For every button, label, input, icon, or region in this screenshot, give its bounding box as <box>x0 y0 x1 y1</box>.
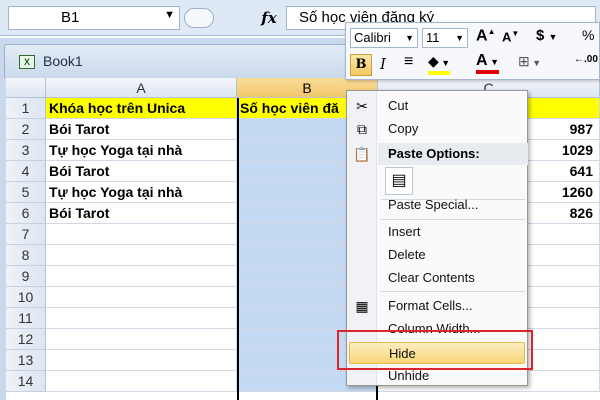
cell-a[interactable]: Bói Tarot <box>46 119 237 140</box>
name-box-value: B1 <box>61 9 80 26</box>
context-menu: ✂ Cut ⧉ Copy 📋 Paste Options: ▤ Paste Sp… <box>346 90 528 386</box>
bold-button[interactable]: B <box>350 54 372 76</box>
font-size-value: 11 <box>426 30 440 45</box>
chevron-down-icon[interactable]: ▼ <box>164 9 175 21</box>
cell-a[interactable]: Tự học Yoga tại nhà <box>46 140 237 161</box>
cell-a[interactable]: Khóa học trên Unica <box>46 98 237 119</box>
cell-a[interactable] <box>46 329 237 350</box>
row-header[interactable]: 11 <box>6 308 46 329</box>
row-header[interactable]: 7 <box>6 224 46 245</box>
row-header[interactable]: 10 <box>6 287 46 308</box>
cell-a[interactable] <box>46 350 237 371</box>
italic-button[interactable]: I <box>380 55 386 73</box>
name-box[interactable]: B1 ▼ <box>8 6 180 30</box>
grow-font-label: A <box>476 27 488 45</box>
scissors-icon: ✂ <box>356 98 368 114</box>
font-name-select[interactable]: Calibri ▼ <box>350 28 418 48</box>
column-header-a[interactable]: A <box>46 78 237 98</box>
menu-item-delete[interactable]: Delete <box>378 244 526 266</box>
cell-a[interactable] <box>46 245 237 266</box>
increase-decimal-icon[interactable]: ←.00 <box>574 54 598 65</box>
menu-item-unhide[interactable]: Unhide <box>378 365 526 387</box>
shrink-font-button[interactable]: A▼ <box>502 29 519 44</box>
font-name-value: Calibri <box>354 30 391 45</box>
borders-icon[interactable]: ⊞ ▼ <box>518 53 541 70</box>
row-header[interactable]: 9 <box>6 266 46 287</box>
font-size-select[interactable]: 11 ▼ <box>422 28 468 48</box>
menu-item-format-cells[interactable]: Format Cells... <box>378 295 526 317</box>
paste-options-header: Paste Options: <box>378 143 528 165</box>
cell-a[interactable]: Tự học Yoga tại nhà <box>46 182 237 203</box>
row-header[interactable]: 3 <box>6 140 46 161</box>
menu-item-cut[interactable]: Cut <box>378 95 526 117</box>
shrink-font-label: A <box>502 29 512 45</box>
menu-item-clear-contents[interactable]: Clear Contents <box>378 267 526 289</box>
center-align-icon[interactable]: ≡ <box>404 53 413 71</box>
insert-function-button[interactable]: fx <box>256 6 282 30</box>
menu-item-hide[interactable]: Hide <box>349 342 525 364</box>
row-header[interactable]: 8 <box>6 245 46 266</box>
currency-button[interactable]: $ ▼ <box>536 27 557 44</box>
cell-a[interactable]: Bói Tarot <box>46 203 237 224</box>
formula-bar-resize-handle[interactable] <box>184 8 214 28</box>
font-color-button[interactable]: A ▼ <box>476 53 499 74</box>
cell-a[interactable] <box>46 371 237 392</box>
cell-a[interactable]: Bói Tarot <box>46 161 237 182</box>
row-header[interactable]: 12 <box>6 329 46 350</box>
mini-toolbar: Calibri ▼ 11 ▼ A▲ A▼ $ ▼ % B I ≡ ◆ ▼ A ▼… <box>345 22 600 80</box>
workbook-title: Book1 <box>43 53 83 69</box>
row-header[interactable]: 14 <box>6 371 46 392</box>
currency-label: $ <box>536 27 545 44</box>
grow-font-button[interactable]: A▲ <box>476 27 495 45</box>
menu-separator <box>381 291 525 292</box>
menu-item-copy[interactable]: Copy <box>378 118 526 140</box>
row-header[interactable]: 1 <box>6 98 46 119</box>
row-header[interactable]: 5 <box>6 182 46 203</box>
percent-button[interactable]: % <box>582 27 594 43</box>
row-header[interactable]: 13 <box>6 350 46 371</box>
cell-a[interactable] <box>46 266 237 287</box>
row-header[interactable]: 4 <box>6 161 46 182</box>
chevron-down-icon: ▼ <box>405 33 414 43</box>
row-header[interactable]: 2 <box>6 119 46 140</box>
select-all-corner[interactable] <box>6 78 46 98</box>
clipboard-icon: 📋 <box>353 146 371 162</box>
menu-item-paste-special[interactable]: Paste Special... <box>378 194 526 216</box>
paste-icon[interactable]: ▤ <box>385 167 413 195</box>
font-color-label: A <box>476 52 488 69</box>
cell-a[interactable] <box>46 224 237 245</box>
copy-icon: ⧉ <box>357 121 367 137</box>
fill-color-icon[interactable]: ◆ ▼ <box>428 53 451 75</box>
menu-item-column-width[interactable]: Column Width... <box>378 318 526 340</box>
chevron-down-icon: ▼ <box>455 33 464 43</box>
row-header[interactable]: 6 <box>6 203 46 224</box>
format-cells-icon: ▦ <box>355 298 369 314</box>
cell-a[interactable] <box>46 287 237 308</box>
excel-workbook-icon: X <box>19 55 35 69</box>
menu-separator <box>381 219 525 220</box>
menu-item-insert[interactable]: Insert <box>378 221 526 243</box>
cell-a[interactable] <box>46 308 237 329</box>
